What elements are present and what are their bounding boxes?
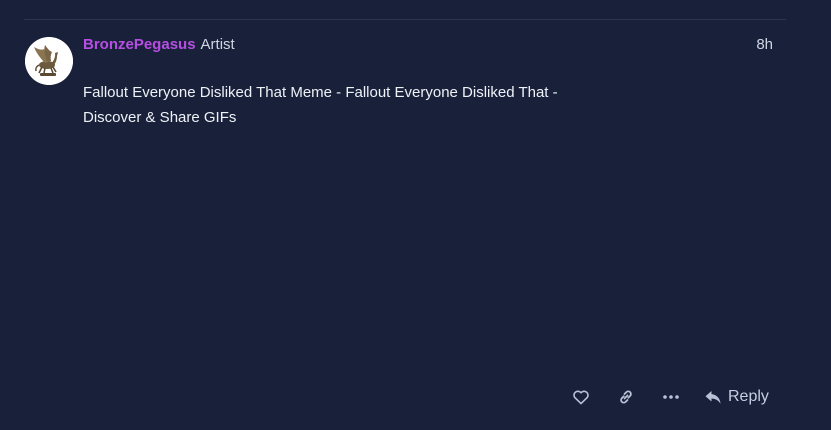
more-options-button[interactable]: [656, 383, 686, 411]
pegasus-avatar-icon: [25, 37, 73, 85]
reply-button[interactable]: Reply: [698, 383, 775, 411]
link-icon: [620, 390, 632, 404]
ellipsis-icon: [663, 395, 679, 399]
reply-label: Reply: [728, 388, 769, 405]
like-button[interactable]: [566, 383, 596, 411]
username-link[interactable]: BronzePegasus: [83, 36, 196, 53]
post-date[interactable]: 8h: [756, 36, 773, 53]
post-header: BronzePegasus Artist: [83, 36, 235, 56]
user-title: Artist: [200, 36, 235, 53]
avatar[interactable]: [25, 37, 73, 85]
post-body: Fallout Everyone Disliked That Meme - Fa…: [83, 80, 623, 130]
post-body-line: Discover & Share GIFs: [83, 109, 237, 126]
post-body-line: Fallout Everyone Disliked That Meme - Fa…: [83, 84, 558, 101]
post-actions: Reply: [566, 383, 775, 411]
reply-arrow-icon: [705, 391, 721, 404]
top-divider: [24, 19, 786, 20]
post-container: BronzePegasus Artist 8h Fallout Everyone…: [0, 0, 831, 430]
heart-icon: [573, 390, 589, 405]
copy-link-button[interactable]: [611, 383, 641, 411]
